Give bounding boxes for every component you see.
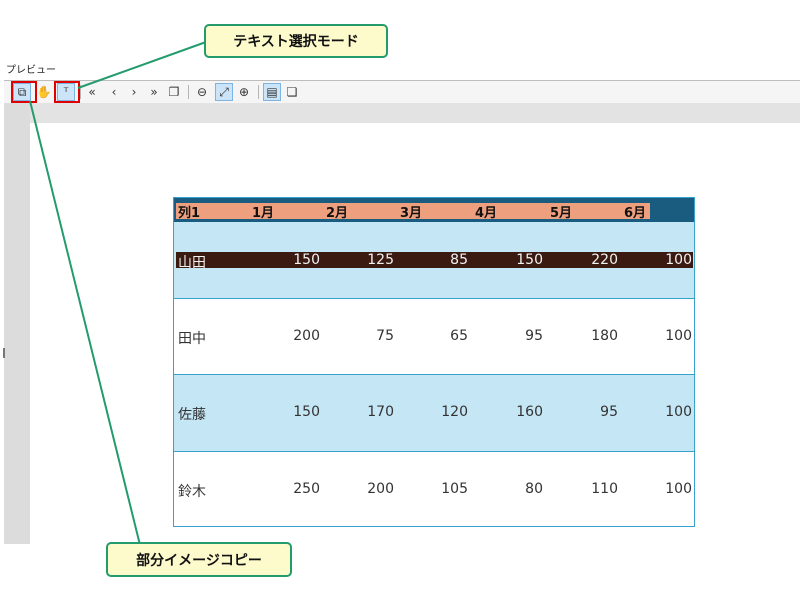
row-value: 180 bbox=[591, 328, 618, 344]
toolbar: ⧉ ✋ ᵀ « ‹ › » ❐ ⊖ ⤢ ⊕ ▤ ❏ bbox=[4, 80, 800, 104]
table-row: 鈴木 250 200 105 80 110 100 bbox=[174, 451, 694, 527]
table-row: 佐藤 150 170 120 160 95 100 bbox=[174, 374, 694, 452]
copy-pages-button[interactable]: ❐ bbox=[166, 84, 182, 100]
copy-pages-icon: ❐ bbox=[168, 85, 180, 99]
fit-page-icon: ⤢ bbox=[219, 85, 229, 99]
zoom-in-icon: ⊕ bbox=[238, 85, 250, 99]
single-page-button[interactable]: ▤ bbox=[263, 83, 281, 101]
fit-page-button[interactable]: ⤢ bbox=[215, 83, 233, 101]
row-value: 120 bbox=[441, 404, 468, 420]
row-value: 200 bbox=[293, 328, 320, 344]
row-value: 160 bbox=[516, 404, 543, 420]
multi-page-icon: ❏ bbox=[286, 85, 298, 99]
header-cell: 5月 bbox=[550, 206, 573, 221]
row-value: 170 bbox=[367, 404, 394, 420]
row-name: 佐藤 bbox=[178, 407, 206, 423]
row-value: 150 bbox=[293, 252, 320, 268]
toolbar-separator bbox=[80, 85, 81, 99]
header-cell: 3月 bbox=[400, 206, 423, 221]
header-cell: 列1 bbox=[178, 206, 201, 221]
row-value: 105 bbox=[441, 481, 468, 497]
hand-icon: ✋ bbox=[36, 85, 52, 99]
top-ruler bbox=[30, 103, 800, 123]
zoom-out-button[interactable]: ⊖ bbox=[194, 84, 210, 100]
row-value: 110 bbox=[591, 481, 618, 497]
last-page-button[interactable]: » bbox=[146, 84, 162, 100]
table-row: 田中 200 75 65 95 180 100 bbox=[174, 298, 694, 375]
double-chevron-right-icon: » bbox=[150, 85, 158, 99]
chevron-right-icon: › bbox=[131, 85, 137, 99]
row-name: 鈴木 bbox=[178, 484, 206, 500]
row-value: 150 bbox=[293, 404, 320, 420]
hand-tool-button[interactable]: ✋ bbox=[36, 84, 52, 100]
row-value: 95 bbox=[525, 328, 543, 344]
highlight-text-select bbox=[54, 81, 80, 103]
row-name: 田中 bbox=[178, 331, 206, 347]
preview-table: 列1 1月 2月 3月 4月 5月 6月 山田 150 125 85 150 2… bbox=[173, 197, 695, 527]
row-value: 200 bbox=[367, 481, 394, 497]
header-row: 列1 1月 2月 3月 4月 5月 6月 bbox=[174, 198, 694, 222]
highlight-partial-image-copy bbox=[11, 81, 37, 103]
zoom-out-icon: ⊖ bbox=[196, 85, 208, 99]
multi-page-button[interactable]: ❏ bbox=[284, 84, 300, 100]
row-value: 150 bbox=[516, 252, 543, 268]
row-value: 100 bbox=[665, 328, 692, 344]
row-value: 65 bbox=[450, 328, 468, 344]
zoom-in-button[interactable]: ⊕ bbox=[236, 84, 252, 100]
row-value: 125 bbox=[367, 252, 394, 268]
toolbar-separator bbox=[258, 85, 259, 99]
table-row: 山田 150 125 85 150 220 100 bbox=[174, 222, 694, 298]
row-name: 山田 bbox=[178, 255, 206, 271]
toolbar-separator bbox=[188, 85, 189, 99]
row-value: 250 bbox=[293, 481, 320, 497]
single-page-icon: ▤ bbox=[266, 85, 278, 99]
row-value: 100 bbox=[665, 404, 692, 420]
row-value: 85 bbox=[450, 252, 468, 268]
row-value: 100 bbox=[665, 252, 692, 268]
row-value: 100 bbox=[665, 481, 692, 497]
prev-page-button[interactable]: ‹ bbox=[106, 84, 122, 100]
left-ruler bbox=[4, 103, 30, 544]
header-cell: 6月 bbox=[624, 206, 647, 221]
window-title: プレビュー bbox=[6, 65, 56, 76]
next-page-button[interactable]: › bbox=[126, 84, 142, 100]
header-cell: 1月 bbox=[252, 206, 275, 221]
callout-partial-image-copy: 部分イメージコピー bbox=[106, 542, 292, 577]
row-value: 95 bbox=[600, 404, 618, 420]
header-cell: 4月 bbox=[475, 206, 498, 221]
header-cell: 2月 bbox=[326, 206, 349, 221]
double-chevron-left-icon: « bbox=[88, 85, 96, 99]
callout-text-select-mode: テキスト選択モード bbox=[204, 24, 388, 58]
row-value: 80 bbox=[525, 481, 543, 497]
row-value: 75 bbox=[376, 328, 394, 344]
chevron-left-icon: ‹ bbox=[111, 85, 117, 99]
first-page-button[interactable]: « bbox=[84, 84, 100, 100]
splitter-grip[interactable] bbox=[3, 348, 5, 358]
row-value: 220 bbox=[591, 252, 618, 268]
